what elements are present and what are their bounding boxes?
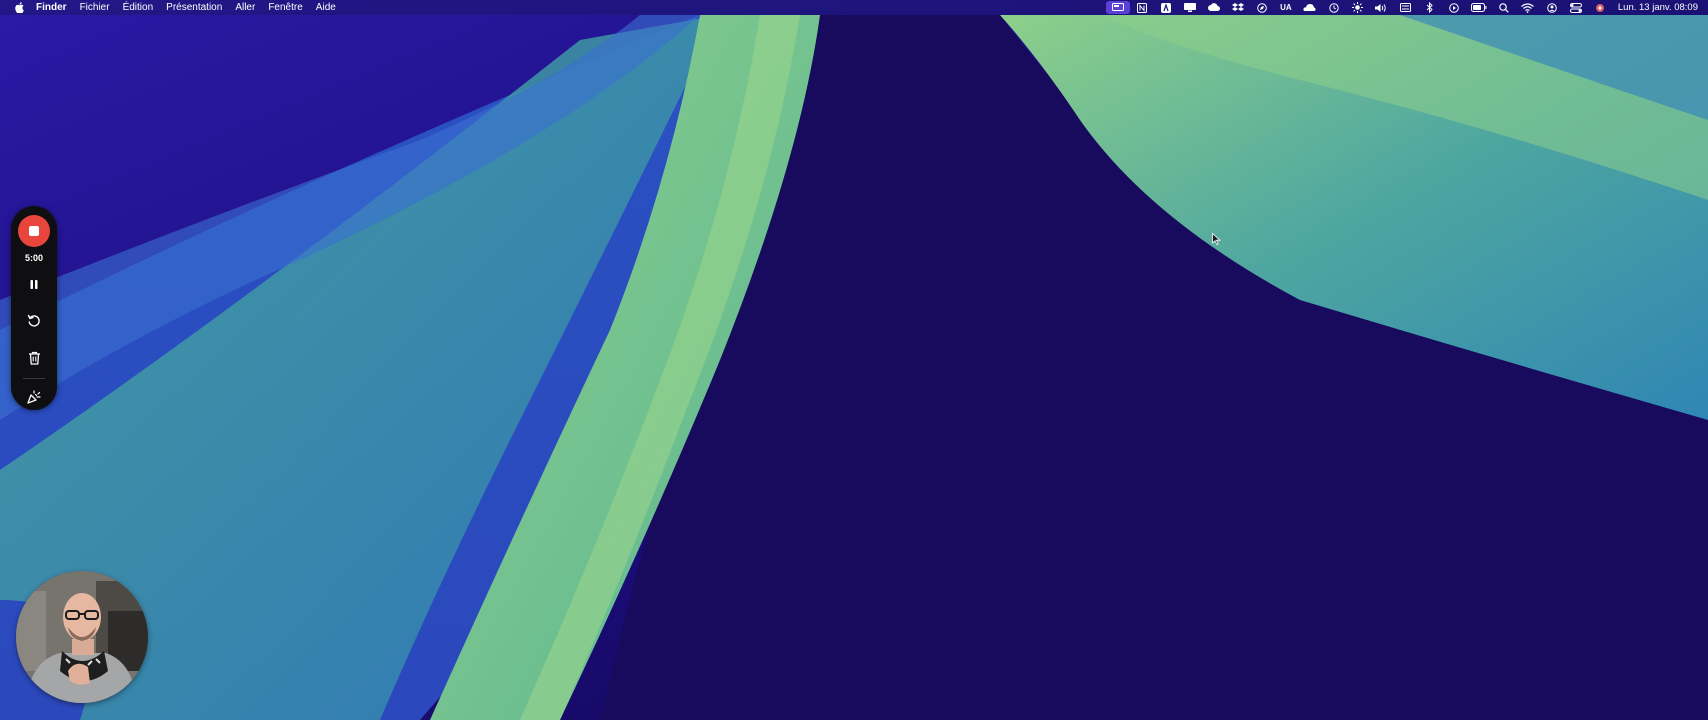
menu-aide[interactable]: Aide [316,0,336,15]
wallpaper [0,0,1708,720]
menu-bar: Finder Fichier Édition Présentation Alle… [0,0,1708,15]
volume-icon[interactable] [1370,0,1394,15]
menu-bar-extras: UA Lun. 13 janv. 08:09 [1105,0,1708,15]
toolbar-divider [23,378,45,379]
notion-icon[interactable] [1130,0,1154,15]
pause-recording-button[interactable] [11,272,57,296]
menu-fichier[interactable]: Fichier [80,0,110,15]
menu-bar-left: Finder Fichier Édition Présentation Alle… [0,0,349,15]
display-icon[interactable] [1178,0,1202,15]
cloud-sync-icon[interactable] [1202,0,1226,15]
restart-recording-button[interactable] [11,309,57,333]
stop-recording-button[interactable] [11,214,57,248]
keyboard-icon[interactable] [1394,0,1418,15]
webcam-video-feed [16,571,148,703]
recording-toolbar: 5:00 [11,206,57,410]
pause-icon [30,279,38,289]
user-account-icon[interactable] [1540,0,1564,15]
menu-edition[interactable]: Édition [123,0,154,15]
menu-finder[interactable]: Finder [36,0,67,15]
bluetooth-icon[interactable] [1418,0,1442,15]
weather-cloud-icon[interactable] [1298,0,1322,15]
battery-icon[interactable] [1466,0,1492,15]
effects-button[interactable] [11,386,57,408]
keyboard-layout-indicator[interactable]: UA [1274,0,1298,15]
wifi-icon[interactable] [1516,0,1540,15]
compass-icon[interactable] [1250,0,1274,15]
menu-presentation[interactable]: Présentation [166,0,222,15]
spotlight-search-icon[interactable] [1492,0,1516,15]
timer-icon[interactable] [1322,0,1346,15]
record-status-icon[interactable] [1588,0,1612,15]
stop-icon [18,215,50,247]
webcam-bubble[interactable] [16,571,148,703]
delete-recording-button[interactable] [11,346,57,370]
screen-recorder-tray-icon[interactable] [1105,1,1130,14]
desktop[interactable]: Finder Fichier Édition Présentation Alle… [0,0,1708,720]
play-circle-icon[interactable] [1442,0,1466,15]
restart-icon [27,314,40,327]
mouse-cursor [1212,233,1221,245]
trash-icon [28,351,40,365]
menu-bar-clock[interactable]: Lun. 13 janv. 08:09 [1618,0,1698,15]
menu-fenetre[interactable]: Fenêtre [268,0,302,15]
effects-icon [27,390,41,404]
control-center-icon[interactable] [1564,0,1588,15]
keyboard-layout-label: UA [1280,3,1292,12]
recording-timer: 5:00 [24,253,43,263]
brightness-icon[interactable] [1346,0,1370,15]
dropbox-icon[interactable] [1226,0,1250,15]
apple-logo-icon[interactable] [12,0,26,15]
text-app-icon[interactable] [1154,0,1178,15]
menu-aller[interactable]: Aller [235,0,255,15]
